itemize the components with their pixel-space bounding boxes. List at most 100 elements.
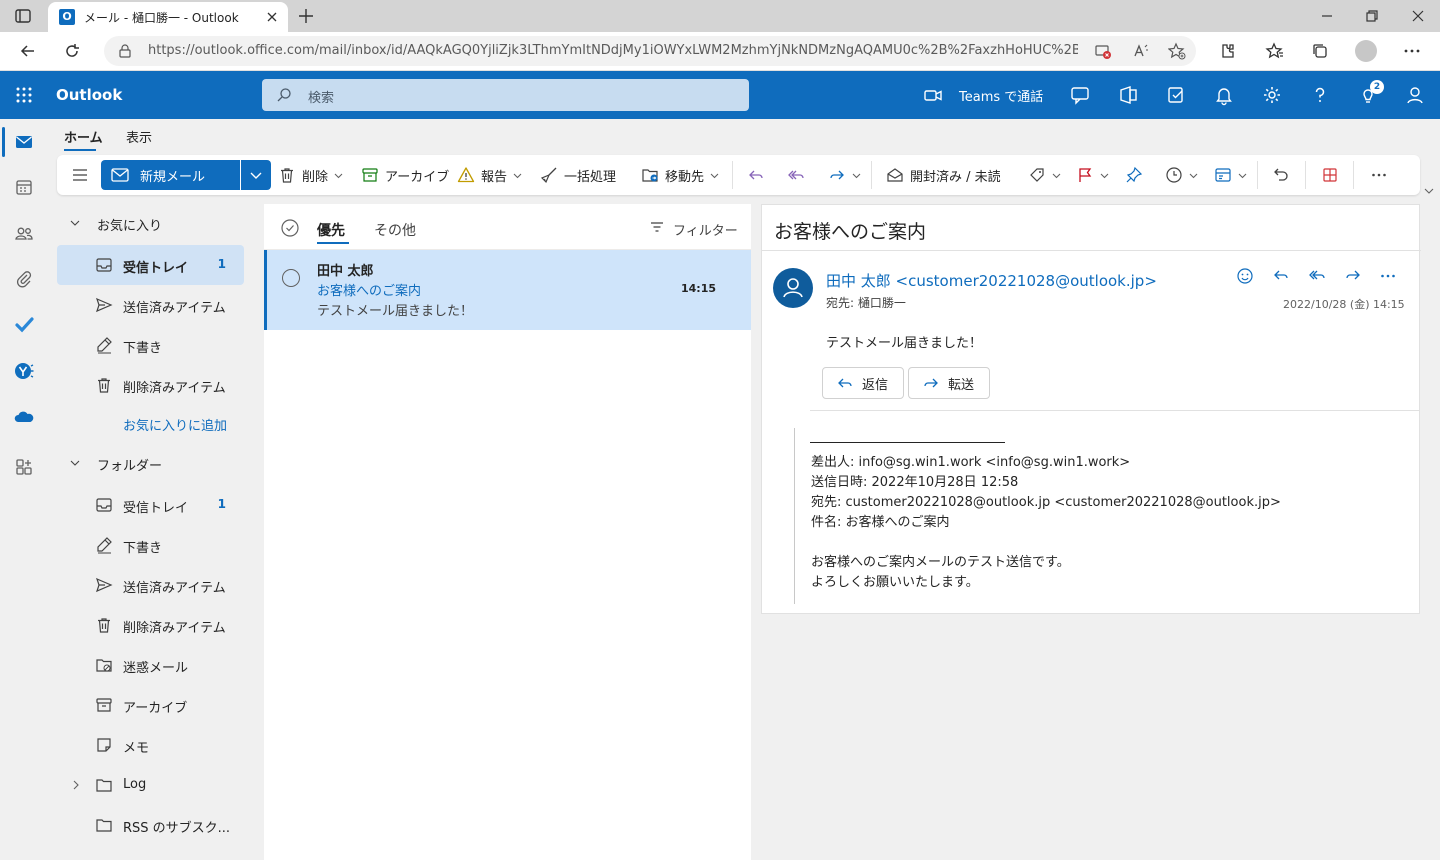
folder-item-sent[interactable]: 送信済みアイテム	[57, 565, 244, 605]
folder-item-junk[interactable]: 迷惑メール	[57, 645, 244, 685]
favorite-item-deleted[interactable]: 削除済みアイテム	[57, 365, 244, 405]
reply-icon[interactable]	[1271, 266, 1291, 286]
minimize-icon[interactable]	[1317, 6, 1337, 26]
sender-avatar[interactable]	[773, 268, 813, 308]
read-aloud-icon[interactable]	[1132, 42, 1150, 60]
more-icon[interactable]	[1402, 41, 1422, 61]
ribbon-collapse-icon[interactable]	[1424, 186, 1434, 196]
forward-button[interactable]	[828, 155, 861, 195]
collections-icon[interactable]	[1310, 41, 1330, 61]
folder-item-rss[interactable]: RSS のサブスク...	[57, 805, 244, 845]
chat-icon[interactable]	[1069, 84, 1091, 106]
folder-item-log[interactable]: Log	[57, 765, 244, 805]
flag-button[interactable]	[1076, 155, 1109, 195]
extensions-icon[interactable]	[1217, 41, 1237, 61]
search-input[interactable]: 検索	[262, 79, 749, 111]
bell-icon[interactable]	[1213, 84, 1235, 106]
notes-icon	[95, 736, 113, 754]
attachment-icon[interactable]	[14, 269, 34, 289]
filter-icon[interactable]	[650, 221, 664, 233]
close-window-icon[interactable]	[1408, 6, 1428, 26]
snooze-button[interactable]	[1165, 155, 1198, 195]
yammer-icon[interactable]	[14, 361, 34, 381]
apps-addin-icon	[1321, 166, 1339, 184]
account-icon[interactable]	[1404, 84, 1426, 106]
more-apps-icon[interactable]	[14, 457, 34, 477]
tab-focused[interactable]: 優先	[317, 220, 345, 240]
profile-avatar[interactable]	[1355, 40, 1377, 62]
folder-item-drafts[interactable]: 下書き	[57, 525, 244, 565]
calendar-icon[interactable]	[14, 177, 34, 197]
undo-button[interactable]	[1272, 155, 1290, 195]
addin-button[interactable]	[1321, 155, 1339, 195]
reply-all-icon[interactable]	[1307, 266, 1327, 286]
tab-view[interactable]: 表示	[126, 127, 152, 146]
select-message-radio[interactable]	[282, 269, 300, 287]
more-icon[interactable]	[1378, 266, 1398, 286]
folder-item-deleted[interactable]: 削除済みアイテム	[57, 605, 244, 645]
sender-address[interactable]: 田中 太郎 <customer20221028@outlook.jp>	[826, 270, 1157, 291]
recipient-line: 宛先: 樋口勝一	[826, 296, 906, 310]
office-icon[interactable]	[1117, 84, 1139, 106]
back-icon[interactable]	[18, 41, 38, 61]
archive-button[interactable]: アーカイブ	[361, 155, 449, 195]
reply-button[interactable]: 返信	[822, 367, 904, 399]
app-brand[interactable]: Outlook	[56, 86, 122, 104]
chevron-right-icon[interactable]	[71, 780, 81, 790]
tracking-blocked-icon[interactable]	[1094, 42, 1112, 60]
favorite-item-sent[interactable]: 送信済みアイテム	[57, 285, 244, 325]
restore-icon[interactable]	[1362, 6, 1382, 26]
reply-button[interactable]	[747, 155, 765, 195]
mail-icon[interactable]	[14, 132, 34, 152]
select-all-icon[interactable]	[281, 219, 299, 237]
list-item[interactable]: 田中 太郎 お客様へのご案内 テストメール届きました！ 14:15	[264, 250, 751, 330]
pin-button[interactable]	[1125, 155, 1143, 195]
teams-call-label[interactable]: Teams で通話	[959, 86, 1043, 105]
favorites-header[interactable]: お気に入り	[48, 203, 262, 243]
hamburger-icon[interactable]	[71, 166, 89, 184]
folder-item-notes[interactable]: メモ	[57, 725, 244, 765]
url-field[interactable]: https://outlook.office.com/mail/inbox/id…	[104, 36, 1196, 66]
add-favorite-link[interactable]: お気に入りに追加	[123, 415, 227, 434]
new-mail-button[interactable]: 新規メール	[101, 160, 240, 190]
read-unread-button[interactable]: 開封済み / 未読	[886, 155, 1001, 195]
filter-button[interactable]: フィルター	[673, 220, 738, 239]
folders-header[interactable]: フォルダー	[48, 443, 262, 483]
help-icon[interactable]	[1309, 84, 1331, 106]
more-options-button[interactable]	[1370, 155, 1388, 195]
new-mail-dropdown[interactable]	[241, 160, 271, 190]
move-to-button[interactable]: 移動先	[641, 155, 719, 195]
browser-address-bar: https://outlook.office.com/mail/inbox/id…	[0, 32, 1440, 71]
tab-other[interactable]: その他	[374, 220, 416, 240]
folder-item-inbox[interactable]: 受信トレイ 1	[57, 485, 244, 525]
tab-home[interactable]: ホーム	[64, 127, 103, 146]
app-launcher-icon[interactable]	[15, 86, 33, 104]
forward-icon[interactable]	[1343, 266, 1363, 286]
sweep-button[interactable]: 一括処理	[540, 155, 616, 195]
categorize-button[interactable]	[1028, 155, 1061, 195]
rules-button[interactable]	[1214, 155, 1247, 195]
add-favorite-icon[interactable]	[1168, 42, 1186, 60]
tab-actions-icon[interactable]	[14, 7, 32, 25]
folder-item-archive[interactable]: アーカイブ	[57, 685, 244, 725]
onedrive-icon[interactable]	[14, 407, 34, 427]
chevron-down-icon	[710, 171, 719, 180]
gear-icon[interactable]	[1261, 84, 1283, 106]
todo-app-icon[interactable]	[14, 315, 34, 335]
emoji-reaction-icon[interactable]	[1235, 266, 1255, 286]
video-call-icon[interactable]	[922, 84, 944, 106]
favorite-item-inbox[interactable]: 受信トレイ 1	[57, 245, 244, 285]
favorites-icon[interactable]	[1265, 41, 1285, 61]
forward-button[interactable]: 転送	[908, 367, 990, 399]
reply-all-button[interactable]	[787, 155, 805, 195]
close-tab-icon[interactable]	[264, 9, 280, 25]
lock-icon[interactable]	[118, 44, 132, 58]
browser-tab[interactable]: O メール - 樋口勝一 - Outlook	[48, 2, 288, 32]
delete-button[interactable]: 削除	[278, 155, 343, 195]
refresh-icon[interactable]	[62, 41, 82, 61]
favorite-item-drafts[interactable]: 下書き	[57, 325, 244, 365]
people-icon[interactable]	[14, 223, 34, 243]
new-tab-icon[interactable]	[296, 6, 316, 26]
todo-icon[interactable]	[1165, 84, 1187, 106]
report-button[interactable]: 報告	[457, 155, 522, 195]
